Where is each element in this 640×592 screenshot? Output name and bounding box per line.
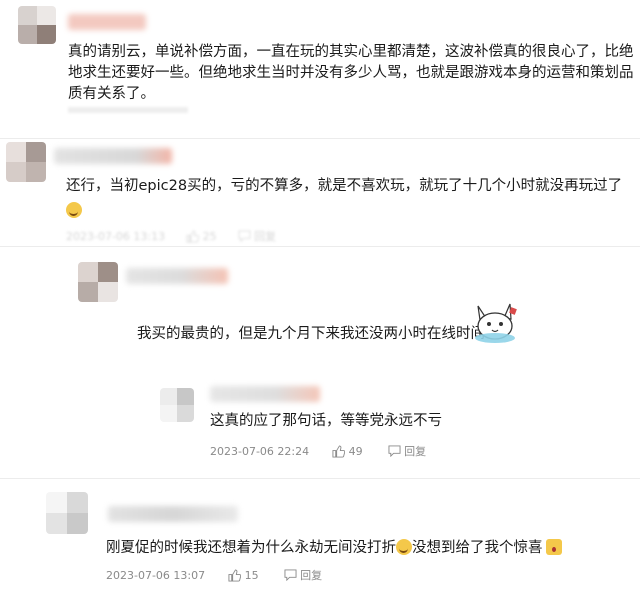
reply-button[interactable]: 回复 <box>388 443 427 459</box>
like-count: 15 <box>244 568 259 582</box>
reply-label: 回复 <box>404 445 427 458</box>
username[interactable] <box>54 148 172 164</box>
comment-meta: 2023-07-06 13:07 15 回复 <box>106 567 322 583</box>
divider <box>0 138 640 139</box>
divider <box>0 478 640 479</box>
reply-label: 回复 <box>254 230 277 243</box>
comment-bubble-icon <box>238 230 251 242</box>
reply-button[interactable]: 回复 <box>284 567 323 583</box>
thumbs-up-icon <box>228 569 242 582</box>
surprised-emoji-icon <box>545 539 562 555</box>
comment-text: 真的请别云，单说补偿方面，一直在玩的其实心里都清楚，这波补偿真的很良心了，比绝 … <box>68 44 634 102</box>
thumbs-up-icon <box>332 445 346 458</box>
comment-date: 2023-07-06 13:13 <box>66 229 166 243</box>
divider <box>0 246 640 247</box>
username[interactable] <box>210 386 320 402</box>
cartoon-cat-sticker <box>475 303 517 343</box>
avatar[interactable] <box>46 492 88 534</box>
like-button[interactable]: 15 <box>228 568 259 582</box>
username[interactable] <box>108 506 238 522</box>
username[interactable] <box>68 14 146 30</box>
comment-meta <box>68 107 188 113</box>
comment-date: 2023-07-06 13:07 <box>106 568 206 582</box>
username[interactable] <box>126 268 228 284</box>
reply-label: 回复 <box>300 569 323 582</box>
reply-button[interactable]: 回复 <box>238 228 277 244</box>
like-count: 49 <box>348 444 363 458</box>
comment-text: 刚夏促的时候我还想着为什么永劫无间没打折 没想到给了我个惊喜 <box>106 538 562 559</box>
avatar[interactable] <box>78 262 118 302</box>
laughing-emoji-icon <box>66 200 82 219</box>
comment-meta: 2023-07-06 22:24 49 回复 <box>210 443 426 459</box>
like-count: 25 <box>202 229 217 243</box>
like-button[interactable]: 49 <box>332 444 363 458</box>
comment-date: 2023-07-06 22:24 <box>210 444 310 458</box>
laughing-emoji-icon <box>396 539 412 555</box>
avatar[interactable] <box>160 388 194 422</box>
like-button[interactable]: 25 <box>186 229 217 243</box>
comment-text: 这真的应了那句话，等等党永远不亏 <box>210 413 442 429</box>
comment-bubble-icon <box>388 445 401 457</box>
avatar[interactable] <box>6 142 46 182</box>
thumbs-up-icon <box>186 230 200 243</box>
comment-meta: 2023-07-06 13:13 25 回复 <box>66 228 276 244</box>
comment-text: 我买的最贵的，但是九个月下来我还没两小时在线时间 <box>137 326 485 342</box>
avatar[interactable] <box>18 6 56 44</box>
comment-bubble-icon <box>284 569 297 581</box>
comment-text: 还行，当初epic28买的，亏的不算多，就是不喜欢玩，就玩了十几个小时就没再玩过… <box>66 178 623 194</box>
